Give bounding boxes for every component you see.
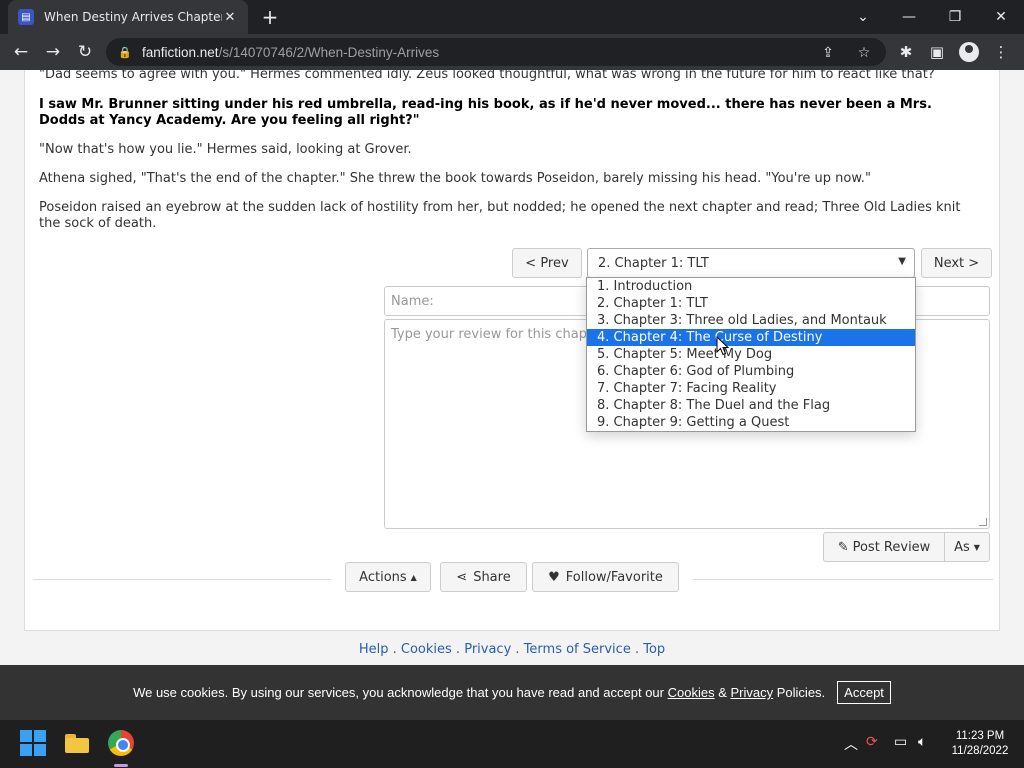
actions-button[interactable]: Actions ▲ (345, 562, 431, 592)
caret-up-icon: ▲ (410, 572, 417, 582)
chevron-down-icon: ▼ (898, 256, 906, 267)
chapter-option[interactable]: 3. Chapter 3: Three old Ladies, and Mont… (587, 312, 915, 329)
footer-link-terms[interactable]: Terms of Service (524, 642, 631, 657)
network-icon[interactable]: ▭ (894, 734, 907, 750)
chapter-option[interactable]: 8. Chapter 8: The Duel and the Flag (587, 397, 915, 414)
menu-kebab-icon[interactable]: ⋮ (991, 42, 1011, 62)
tab-close-icon[interactable]: ✕ (222, 10, 238, 25)
caret-down-icon: ▼ (973, 542, 980, 552)
post-as-dropdown-button[interactable]: As ▼ (944, 532, 990, 562)
story-paragraph: "Now that's how you lie." Hermes said, l… (39, 142, 412, 157)
sync-alert-icon[interactable]: ⟳ (866, 734, 878, 750)
chrome-taskbar-icon[interactable] (108, 730, 134, 756)
bookmark-star-icon[interactable]: ☆ (854, 44, 874, 62)
story-paragraph: Poseidon raised an eyebrow at the sudden… (39, 200, 961, 231)
chapter-option[interactable]: 7. Chapter 7: Facing Reality (587, 380, 915, 397)
window-close-icon[interactable]: ✕ (978, 0, 1024, 34)
active-app-indicator (114, 764, 128, 767)
new-tab-icon[interactable]: + (258, 4, 282, 30)
tab-title: When Destiny Arrives Chapter 1: (44, 10, 222, 24)
windows-start-icon[interactable] (20, 730, 46, 756)
browser-tab[interactable]: ▤ When Destiny Arrives Chapter 1: ✕ (8, 0, 248, 34)
footer-link-help[interactable]: Help (359, 642, 389, 657)
post-review-button[interactable]: ✎ Post Review (823, 532, 945, 562)
footer-link-top[interactable]: Top (643, 642, 665, 657)
story-text: "Dad seems to agree with you." Hermes co… (39, 70, 979, 245)
story-paragraph-bold: I saw Mr. Brunner sitting under his red … (39, 97, 932, 128)
footer-link-privacy[interactable]: Privacy (464, 642, 511, 657)
footer-link-cookies[interactable]: Cookies (401, 642, 452, 657)
show-hidden-icons-chevron-icon[interactable]: ︿ (844, 734, 858, 754)
story-paragraph: Athena sighed, "That's the end of the ch… (39, 171, 871, 186)
chapter-option[interactable]: 9. Chapter 9: Getting a Quest (587, 414, 915, 431)
story-paragraph: "Dad seems to agree with you." Hermes co… (39, 70, 935, 82)
divider (693, 579, 993, 580)
forward-icon[interactable]: → (40, 39, 66, 65)
chapter-dropdown-list[interactable]: 1. Introduction 2. Chapter 1: TLT 3. Chapt… (586, 277, 916, 432)
share-page-icon[interactable]: ⇪ (818, 44, 838, 62)
resize-handle-icon[interactable] (979, 518, 987, 526)
mouse-cursor-icon (716, 336, 730, 356)
profile-avatar-icon[interactable] (959, 42, 979, 62)
volume-icon[interactable]: 🔈︎ (918, 734, 926, 750)
tab-search-icon[interactable]: ⌄ (840, 0, 886, 34)
restore-icon[interactable]: ❐ (932, 0, 978, 34)
share-button[interactable]: ⋖ Share (440, 562, 527, 592)
browser-tab-strip: ▤ When Destiny Arrives Chapter 1: ✕ + ⌄ … (0, 0, 1024, 34)
privacy-policy-link[interactable]: Privacy (731, 685, 774, 700)
next-chapter-button[interactable]: Next > (921, 248, 992, 278)
footer-links: Help . Cookies . Privacy . Terms of Serv… (358, 642, 666, 657)
minimize-icon[interactable]: — (886, 0, 932, 34)
url-text: fanfiction.net/s/14070746/2/When-Destiny… (142, 44, 440, 60)
chapter-option[interactable]: 4. Chapter 4: The Curse of Destiny (587, 329, 915, 346)
taskbar-clock[interactable]: 11:23 PM 11/28/2022 (946, 729, 1014, 759)
file-explorer-icon[interactable] (64, 730, 90, 756)
chapter-option[interactable]: 5. Chapter 5: Meet My Dog (587, 346, 915, 363)
cookie-consent-bar: We use cookies. By using our services, y… (0, 665, 1024, 720)
address-bar[interactable]: 🔒 fanfiction.net/s/14070746/2/When-Desti… (106, 38, 886, 66)
chapter-option[interactable]: 6. Chapter 6: God of Plumbing (587, 363, 915, 380)
back-icon[interactable]: ← (8, 39, 34, 65)
reload-icon[interactable]: ↻ (72, 39, 98, 65)
divider (33, 579, 331, 580)
chapter-select[interactable]: 2. Chapter 1: TLT ▼ (587, 248, 915, 278)
lock-icon: 🔒 (118, 45, 132, 59)
chapter-option[interactable]: 1. Introduction (587, 278, 915, 295)
share-icon: ⋖ (456, 569, 468, 585)
heart-icon: ♥ (548, 569, 560, 585)
windows-taskbar: ︿ ⟳ ▭ 🔈︎ 11:23 PM 11/28/2022 (0, 720, 1024, 768)
fanfiction-logo-icon: ▤ (18, 9, 34, 25)
browser-toolbar: ← → ↻ 🔒 fanfiction.net/s/14070746/2/When… (0, 34, 1024, 70)
cookies-policy-link[interactable]: Cookies (668, 685, 715, 700)
prev-chapter-button[interactable]: < Prev (512, 248, 582, 278)
side-panel-icon[interactable]: ▣ (927, 42, 947, 62)
extensions-icon[interactable]: ✱ (896, 42, 916, 62)
chapter-select-value: 2. Chapter 1: TLT (598, 255, 709, 271)
edit-icon: ✎ (837, 539, 849, 555)
accept-cookies-button[interactable]: Accept (837, 681, 891, 704)
chapter-option[interactable]: 2. Chapter 1: TLT (587, 295, 915, 312)
follow-favorite-button[interactable]: ♥ Follow/Favorite (532, 562, 679, 592)
